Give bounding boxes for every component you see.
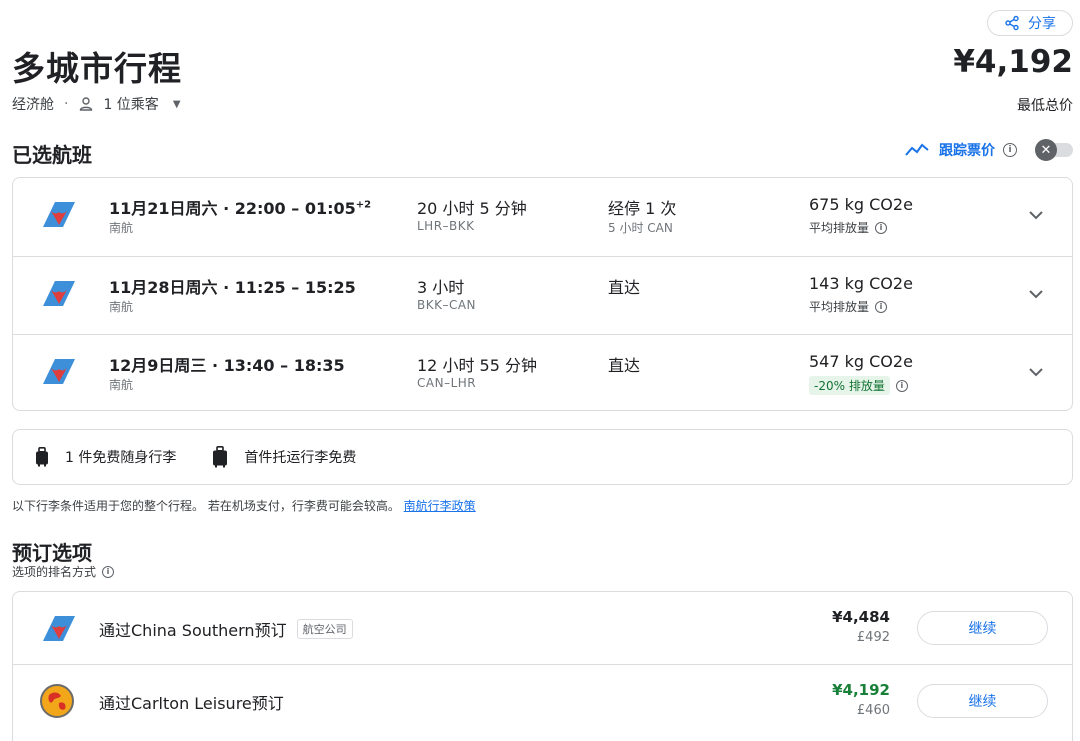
baggage-note-text: 以下行李条件适用于您的整个行程。 若在机场支付，行李费可能会较高。 [12,499,400,513]
track-prices[interactable]: 跟踪票价 i [905,140,1017,160]
chevron-down-icon[interactable] [1027,285,1045,303]
booking-price: ¥4,484 [832,608,890,626]
co2-emissions: 143 kg CO2e [809,274,913,293]
flight-times: 12月9日周三 · 13:40 – 18:35 [109,356,345,375]
flight-row[interactable]: 12月9日周三 · 13:40 – 18:35 南航 12 小时 55 分钟 C… [13,334,1072,412]
flight-row[interactable]: 11月28日周六 · 11:25 – 15:25 南航 3 小时 BKK–CAN… [13,256,1072,334]
section-title-booking: 预订选项 [12,541,92,565]
emission-badge: -20% 排放量 [809,376,890,395]
chevron-down-icon[interactable] [1027,363,1045,381]
china-southern-logo-icon [43,616,75,641]
flight-duration: 3 小时 [417,278,465,297]
carry-on-bag-icon [36,447,48,467]
co2-note: 平均排放量 i [809,219,888,236]
track-prices-toggle[interactable]: ✕ [1035,139,1075,161]
airline-name: 南航 [109,221,134,235]
flight-duration: 12 小时 55 分钟 [417,356,537,375]
baggage-card: 1 件免费随身行李 首件托运行李免费 [12,429,1073,485]
chevron-down-icon[interactable] [1027,206,1045,224]
carlton-leisure-logo-icon [40,684,74,718]
booking-price-gbp: £460 [856,703,890,718]
co2-note: 平均排放量 i [809,298,888,315]
flight-stops: 直达 [608,278,641,297]
co2-emissions: 547 kg CO2e [809,352,913,371]
provider-name: 通过China Southern预订 [99,621,287,640]
flight-stops: 经停 1 次 [608,199,677,218]
flight-route: BKK–CAN [417,298,477,312]
china-southern-logo-icon [43,359,75,384]
info-icon[interactable]: i [895,379,908,392]
continue-button[interactable]: 继续 [917,611,1048,645]
total-price: ¥4,192 [953,44,1073,80]
flight-route: CAN–LHR [417,376,477,390]
checked-bag-label: 首件托运行李免费 [244,450,357,466]
info-icon[interactable]: i [102,565,115,578]
booking-provider: 通过Carlton Leisure预订 [99,690,284,714]
share-icon [1005,15,1019,31]
trend-icon [905,143,929,156]
selected-flights-card: 11月21日周六 · 22:00 – 01:05+2 南航 20 小时 5 分钟… [12,177,1073,411]
passenger-count[interactable]: 1 位乘客 [103,94,158,114]
sort-note[interactable]: 选项的排名方式 i [12,563,115,580]
booking-price: ¥4,192 [832,681,890,699]
carry-on-label: 1 件免费随身行李 [65,450,177,466]
china-southern-logo-icon [43,202,75,227]
booking-options-card: 通过China Southern预订 航空公司 ¥4,484 £492 继续 通… [12,591,1073,741]
carry-on-info: 1 件免费随身行李 [35,447,176,467]
provider-name: 通过Carlton Leisure预订 [99,694,284,713]
section-title-selected: 已选航班 [12,143,92,167]
baggage-policy-link[interactable]: 南航行李政策 [404,499,476,513]
info-icon[interactable]: i [875,221,888,234]
plus-days: +2 [355,199,372,211]
flight-duration: 20 小时 5 分钟 [417,199,527,218]
booking-provider: 通过China Southern预订 航空公司 [99,617,353,641]
trip-options: 经济舱 · 1 位乘客 ▼ [12,94,181,114]
airline-name: 南航 [109,378,134,392]
airline-tag: 航空公司 [296,619,353,639]
airline-name: 南航 [109,300,134,314]
share-label: 分享 [1028,16,1056,32]
close-icon: ✕ [1035,139,1057,161]
flight-times: 11月28日周六 · 11:25 – 15:25 [109,278,356,297]
flight-times: 11月21日周六 · 22:00 – 01:05+2 [109,199,372,218]
track-prices-label: 跟踪票价 [939,143,995,159]
sort-note-label: 选项的排名方式 [12,565,97,579]
suitcase-icon [213,446,228,468]
continue-button[interactable]: 继续 [917,684,1048,718]
flight-row[interactable]: 11月21日周六 · 22:00 – 01:05+2 南航 20 小时 5 分钟… [13,178,1072,256]
info-icon[interactable]: i [1003,143,1017,157]
price-label: 最低总价 [1017,98,1073,114]
checked-bag-info: 首件托运行李免费 [212,446,356,468]
share-button[interactable]: 分享 [987,10,1073,36]
co2-note: -20% 排放量 i [809,376,908,395]
co2-emissions: 675 kg CO2e [809,195,913,214]
baggage-note: 以下行李条件适用于您的整个行程。 若在机场支付，行李费可能会较高。 南航行李政策 [12,497,476,514]
separator-dot: · [64,96,69,112]
cabin-class: 经济舱 [12,97,54,113]
booking-option-row: 通过China Southern预订 航空公司 ¥4,484 £492 继续 [13,592,1072,664]
page-title: 多城市行程 [12,49,182,88]
china-southern-logo-icon [43,281,75,306]
info-icon[interactable]: i [875,300,888,313]
flight-stops: 直达 [608,356,641,375]
person-icon [80,97,93,111]
stop-detail: 5 小时 CAN [608,221,673,235]
booking-option-row: 通过Carlton Leisure预订 ¥4,192 £460 继续 [13,664,1072,736]
flight-route: LHR–BKK [417,219,475,233]
chevron-down-icon[interactable]: ▼ [173,99,181,110]
booking-price-gbp: £492 [856,630,890,645]
